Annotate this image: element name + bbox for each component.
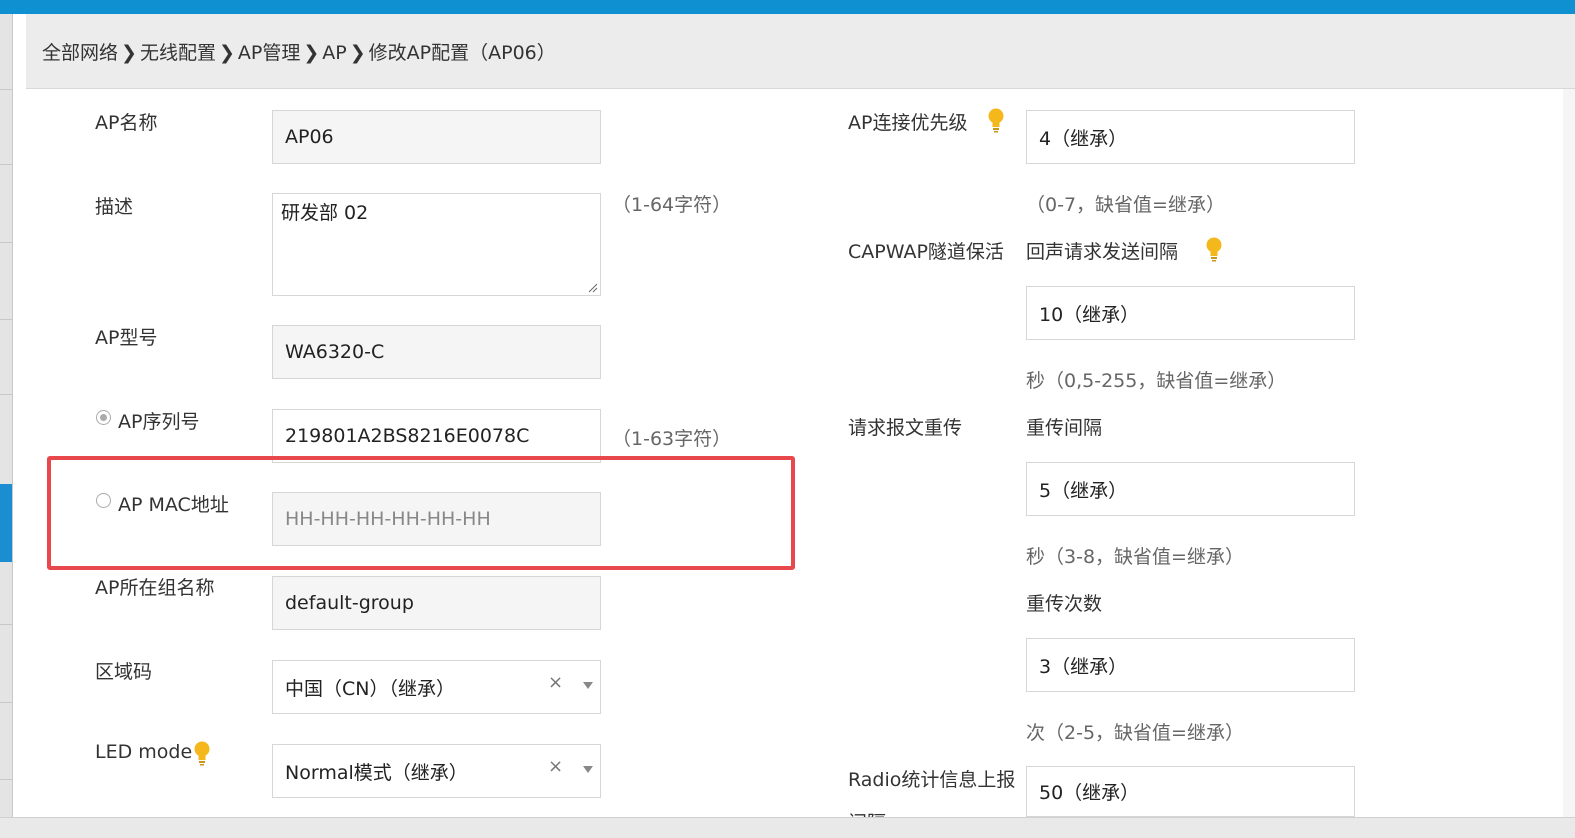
breadcrumb-chevron-icon: ❯ <box>218 42 235 64</box>
resize-grip-icon[interactable] <box>588 283 598 293</box>
breadcrumb-item[interactable]: 无线配置 <box>140 42 216 64</box>
priority-hint: （0-7，缺省值=继承） <box>1026 194 1225 216</box>
caret-down-icon[interactable] <box>583 766 593 773</box>
retransmit-count-input[interactable]: 3（继承） <box>1026 638 1355 692</box>
ap-serial-hint: （1-63字符） <box>612 428 732 450</box>
ap-model-label: AP型号 <box>95 327 158 349</box>
highlight-annotation-box <box>47 456 795 570</box>
lightbulb-icon[interactable] <box>987 107 1005 133</box>
breadcrumb-current: 修改AP配置（AP06） <box>368 42 556 64</box>
description-label: 描述 <box>95 196 134 218</box>
led-mode-value: Normal模式（继承） <box>285 761 468 784</box>
description-text: 研发部 02 <box>281 202 369 224</box>
echo-interval-input[interactable]: 10（继承） <box>1026 286 1355 340</box>
retransmit-label: 请求报文重传 <box>848 417 963 439</box>
region-code-value: 中国（CN）（继承） <box>285 677 455 700</box>
breadcrumb-bar: 全部网络 ❯ 无线配置 ❯ AP管理 ❯ AP ❯ 修改AP配置（AP06） <box>26 14 1575 89</box>
form-content <box>26 89 1575 819</box>
retransmit-interval-hint: 秒（3-8，缺省值=继承） <box>1026 546 1244 568</box>
retransmit-interval-label: 重传间隔 <box>1026 417 1103 439</box>
description-textarea[interactable]: 研发部 02 <box>272 193 601 296</box>
breadcrumb-chevron-icon: ❯ <box>121 42 137 64</box>
breadcrumb-item[interactable]: 全部网络 <box>42 42 118 64</box>
breadcrumb-item[interactable]: AP管理 <box>238 42 300 64</box>
led-mode-label: LED mode <box>95 741 193 763</box>
radio-stats-label: Radio统计信息上报 <box>848 769 1016 791</box>
clear-icon[interactable]: × <box>548 756 563 777</box>
priority-label: AP连接优先级 <box>848 112 968 134</box>
ap-serial-label: AP序列号 <box>118 411 200 433</box>
left-nav-rail[interactable] <box>0 14 13 837</box>
radio-stats-input[interactable]: 50（继承） <box>1026 766 1355 817</box>
retransmit-interval-input[interactable]: 5（继承） <box>1026 462 1355 516</box>
priority-input[interactable]: 4（继承） <box>1026 110 1355 164</box>
ap-model-field: WA6320-C <box>272 325 601 379</box>
breadcrumb-item[interactable]: AP <box>322 42 346 64</box>
echo-interval-label: 回声请求发送间隔 <box>1026 241 1179 263</box>
capwap-label: CAPWAP隧道保活 <box>848 241 1004 263</box>
lightbulb-icon[interactable] <box>1205 236 1223 262</box>
description-hint: （1-64字符） <box>612 194 732 216</box>
echo-interval-hint: 秒（0,5-255，缺省值=继承） <box>1026 370 1287 392</box>
retransmit-count-hint: 次（2-5，缺省值=继承） <box>1026 722 1244 744</box>
ap-serial-input[interactable]: 219801A2BS8216E0078C <box>272 409 601 463</box>
clear-icon[interactable]: × <box>548 672 563 693</box>
region-code-label: 区域码 <box>95 661 153 683</box>
breadcrumb-chevron-icon: ❯ <box>303 42 320 64</box>
left-nav-active-item[interactable] <box>0 484 12 562</box>
ap-serial-radio[interactable] <box>96 410 111 425</box>
breadcrumb: 全部网络 ❯ 无线配置 ❯ AP管理 ❯ AP ❯ 修改AP配置（AP06） <box>42 38 556 65</box>
led-mode-select[interactable]: Normal模式（继承） × <box>272 744 601 798</box>
top-header-bar <box>0 0 1575 14</box>
caret-down-icon[interactable] <box>583 682 593 689</box>
vertical-scrollbar[interactable] <box>1563 89 1575 819</box>
ap-group-label: AP所在组名称 <box>95 577 215 599</box>
lightbulb-icon[interactable] <box>193 740 211 766</box>
region-code-select[interactable]: 中国（CN）（继承） × <box>272 660 601 714</box>
bottom-bar <box>0 817 1575 838</box>
radio-stats-label-cont: 间隔 <box>848 808 886 817</box>
ap-group-field: default-group <box>272 576 601 630</box>
gutter <box>13 14 26 837</box>
retransmit-count-label: 重传次数 <box>1026 593 1103 615</box>
ap-name-label: AP名称 <box>95 112 158 134</box>
ap-name-field: AP06 <box>272 110 601 164</box>
breadcrumb-chevron-icon: ❯ <box>349 42 366 64</box>
